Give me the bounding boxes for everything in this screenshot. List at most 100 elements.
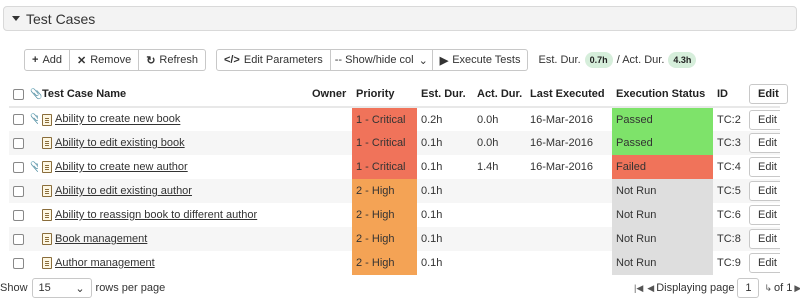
attachment-cell [26,179,38,203]
est-dur-cell: 0.1h [417,227,473,251]
paperclip-icon: 📎 [30,88,43,100]
test-case-icon [42,233,52,246]
edit-header-button[interactable]: Edit [749,84,788,104]
column-header-owner[interactable]: Owner [308,82,352,108]
row-checkbox[interactable] [13,161,24,173]
column-header-last-executed[interactable]: Last Executed [526,82,612,108]
id-cell: TC:8 [713,227,745,251]
select-all-checkbox[interactable] [13,88,24,100]
attachment-header: 📎 [26,82,43,108]
test-cases-panel-header[interactable]: Test Cases [3,6,797,31]
execution-status-cell: Not Run [612,179,713,203]
owner-cell [308,107,352,131]
test-case-link[interactable]: Ability to create new author [55,161,188,173]
paperclip-icon: 📎 [30,114,38,125]
refresh-icon: ↻ [146,54,156,67]
select-all-cell[interactable] [9,82,26,108]
previous-page-icon[interactable]: ◀ [647,283,654,294]
owner-cell [308,251,352,275]
edit-button-group: + Add ✕ Remove ↻ Refresh [24,49,206,71]
caret-down-icon [12,16,20,21]
execution-status-cell: Not Run [612,251,713,275]
first-page-icon[interactable]: |◀ [634,283,643,294]
test-case-link[interactable]: Ability to edit existing author [55,185,192,197]
column-header-status[interactable]: Execution Status [612,82,713,108]
row-select-cell[interactable] [9,203,26,227]
last-executed-cell [526,179,612,203]
priority-cell: 2 - High [352,203,417,227]
current-page-input[interactable]: 1 [737,278,760,298]
row-checkbox[interactable] [13,137,24,149]
panel-title: Test Cases [26,10,96,27]
duration-summary: Est. Dur. 0.7h / Act. Dur. 4.3h [538,52,700,68]
est-dur-cell: 0.2h [421,113,443,126]
execution-status-cell: Not Run [612,203,713,227]
row-checkbox[interactable] [13,185,24,197]
attachment-cell [26,251,38,275]
test-case-link[interactable]: Ability to reassign book to different au… [55,209,257,221]
test-case-link[interactable]: Ability to edit existing book [55,137,185,149]
column-header-priority[interactable]: Priority [352,82,417,108]
id-cell: TC:4 [717,161,741,173]
edit-cell: Edit [745,203,780,227]
refresh-button[interactable]: ↻ Refresh [139,49,206,71]
column-header-act-dur[interactable]: Act. Dur. [473,82,526,108]
test-case-link[interactable]: Ability to create new book [55,114,180,126]
add-button[interactable]: + Add [24,49,71,71]
edit-row-button[interactable]: Edit [749,157,780,177]
test-case-link[interactable]: Book management [55,233,147,245]
execution-status-cell: Failed [612,155,713,179]
test-case-link[interactable]: Author management [55,257,155,269]
row-select-cell[interactable] [9,227,26,251]
edit-row-button[interactable]: Edit [749,181,780,201]
name-cell: Ability to create new author [38,155,308,179]
est-dur-cell: 0.1h [417,131,473,155]
name-cell: Book management [38,227,308,251]
row-checkbox[interactable] [13,209,24,221]
name-cell: Author management [38,251,308,275]
table-row: 📎 Ability to create new book 1 - Critical 0… [9,107,780,131]
row-select-cell[interactable] [9,107,26,131]
next-page-icon[interactable]: ▶ [794,283,800,294]
row-checkbox[interactable] [13,233,24,245]
test-case-icon [42,185,52,198]
column-header-est-dur[interactable]: Est. Dur. [417,82,473,108]
edit-row-button[interactable]: Edit [749,229,780,249]
act-dur-cell: 1.4h [477,161,499,173]
paperclip-icon: 📎 [30,161,38,173]
page-size-select[interactable]: 15 ⌄ [31,278,92,298]
id-cell: TC:5 [713,179,745,203]
show-hide-columns-dropdown[interactable]: ⌄ [414,49,433,71]
act-duration-badge: 4.3h [668,52,697,68]
row-select-cell[interactable] [9,251,26,275]
table-row: Book management 2 - High 0.1h Not Run TC:8 Ed… [9,227,780,251]
id-cell: TC:3 [713,131,745,155]
priority-cell: 2 - High [352,227,417,251]
last-executed-cell: 16-Mar-2016 [530,161,593,173]
edit-row-button[interactable]: Edit [749,133,780,153]
last-executed-cell [526,227,612,251]
row-select-cell[interactable] [9,155,26,179]
est-dur-cell: 0.1h [417,179,473,203]
go-to-page-icon[interactable]: ↳ [764,283,772,294]
name-cell: Ability to edit existing author [38,179,308,203]
row-checkbox[interactable] [13,114,24,126]
column-header-id[interactable]: ID [713,82,745,108]
owner-cell [308,203,352,227]
show-hide-columns-select[interactable]: -- Show/hide col [330,49,415,71]
execute-tests-button[interactable]: ▶ Execute Tests [432,49,529,71]
remove-button[interactable]: ✕ Remove [70,49,140,71]
row-select-cell[interactable] [9,131,26,155]
edit-row-button[interactable]: Edit [749,205,780,225]
priority-cell: 2 - High [352,251,417,275]
column-header-name[interactable]: Test Case Name [38,82,308,108]
chevron-down-icon: ⌄ [418,54,428,67]
row-select-cell[interactable] [9,179,26,203]
row-checkbox[interactable] [13,257,24,269]
attachment-cell [26,227,38,251]
edit-row-button[interactable]: Edit [749,253,780,273]
owner-cell [308,179,352,203]
edit-parameters-button[interactable]: </> Edit Parameters [215,49,331,71]
table-row: Ability to edit existing author 2 - High 0… [9,179,780,203]
edit-row-button[interactable]: Edit [749,109,780,130]
